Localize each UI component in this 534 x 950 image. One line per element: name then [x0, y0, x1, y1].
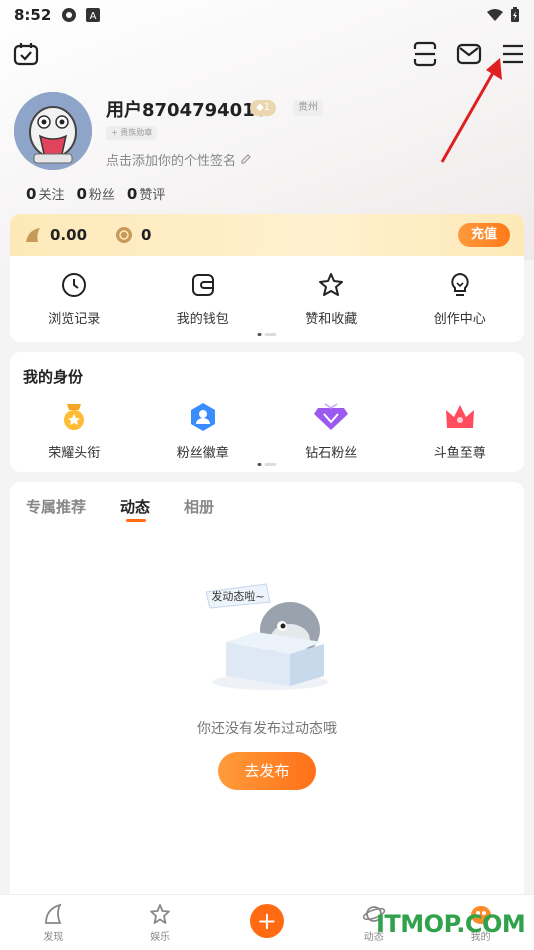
empty-state-text: 你还没有发布过动态哦 — [197, 721, 337, 737]
edit-pencil-icon — [241, 154, 252, 164]
stat-fans[interactable]: 0 粉丝 — [76, 184, 114, 203]
quick-action-wallet[interactable]: 我的钱包 — [143, 272, 263, 327]
identity-page-indicator — [257, 463, 277, 466]
location-badge: 贵州 — [293, 100, 323, 116]
tab-recommend[interactable]: 专属推荐 — [26, 496, 86, 517]
scan-icon[interactable] — [411, 40, 439, 68]
diamond-fan-icon — [314, 403, 349, 430]
tab-album[interactable]: 相册 — [184, 496, 214, 517]
fish-ball-icon — [116, 227, 133, 243]
plus-icon: + — [249, 904, 284, 938]
fish-ball-balance[interactable]: 0 — [115, 226, 151, 244]
checkin-calendar-icon[interactable] — [12, 40, 40, 68]
noble-medal-badge[interactable]: + 贵族勋章 — [106, 126, 158, 140]
star-icon — [319, 273, 344, 296]
clock-icon — [62, 273, 87, 297]
username[interactable]: 用户8704794018 — [106, 96, 267, 122]
a-notification-icon: A — [86, 8, 101, 22]
recharge-button[interactable]: 充值 — [457, 223, 510, 247]
fan-badge-icon — [190, 403, 215, 431]
fish-wing-icon — [26, 228, 40, 242]
site-watermark: ITMOP.COM — [376, 910, 526, 938]
app-notification-icon — [62, 8, 77, 22]
quick-actions: 浏览记录 我的钱包 赞和收藏 创作中心 — [10, 256, 524, 327]
profile-section: 用户8704794018 ◆1 贵州 + 贵族勋章 点击添加你的个性签名 — [14, 92, 520, 172]
wallet-icon — [191, 274, 214, 296]
stat-likes[interactable]: 0 赞评 — [127, 184, 165, 203]
shark-mascot-avatar-icon — [14, 92, 92, 170]
illustration-bubble-text: 发动态啦~ — [211, 589, 264, 603]
identity-item-supreme[interactable]: 斗鱼至尊 — [400, 402, 520, 461]
nav-discover[interactable]: 发现 — [0, 895, 107, 950]
stat-following[interactable]: 0 关注 — [26, 184, 64, 203]
quick-action-likes[interactable]: 赞和收藏 — [271, 272, 391, 327]
status-time: 8:52 — [14, 6, 52, 24]
fish-wing-balance[interactable]: 0.00 — [24, 226, 87, 244]
status-bar: 8:52 A — [0, 0, 534, 30]
signature-prompt[interactable]: 点击添加你的个性签名 — [106, 150, 252, 169]
svg-text:A: A — [90, 11, 97, 22]
nav-entertainment[interactable]: 娱乐 — [107, 895, 214, 950]
avatar[interactable] — [14, 92, 92, 170]
wallet-card: 0.00 0 充值 浏览记录 我的钱包 赞和收藏 创作中心 — [10, 214, 524, 342]
nav-publish[interactable]: + — [214, 895, 321, 950]
entertainment-icon — [150, 904, 171, 924]
content-tabs-card: 专属推荐 动态 相册 发动态啦~ 你还没有发布过动态哦 去发布 — [10, 482, 524, 902]
shark-in-box-illustration-icon: 发动态啦~ — [206, 583, 328, 690]
identity-title: 我的身份 — [23, 368, 84, 386]
identity-items: 荣耀头衔 粉丝徽章 钻石粉丝 斗鱼至尊 — [10, 352, 524, 461]
identity-item-fan-badge[interactable]: 粉丝徽章 — [143, 402, 263, 461]
identity-item-honor[interactable]: 荣耀头衔 — [14, 402, 134, 461]
honor-title-icon — [64, 404, 85, 430]
crown-icon — [445, 405, 474, 428]
battery-icon — [511, 7, 519, 22]
quick-action-creator[interactable]: 创作中心 — [400, 272, 520, 327]
identity-card: 我的身份 荣耀头衔 粉丝徽章 钻石粉丝 斗鱼至尊 — [10, 352, 524, 472]
identity-item-diamond[interactable]: 钻石粉丝 — [271, 402, 391, 461]
level-badge: ◆1 — [250, 100, 277, 116]
tab-dynamics[interactable]: 动态 — [120, 496, 150, 517]
wifi-icon — [487, 9, 503, 21]
wallet-bar: 0.00 0 充值 — [10, 214, 524, 256]
lightbulb-icon — [451, 272, 469, 296]
publish-button[interactable]: 去发布 — [218, 752, 316, 790]
page-indicator — [257, 333, 277, 336]
active-tab-indicator — [126, 519, 146, 522]
level-value: 1 — [263, 102, 271, 113]
stats-row: 0 关注 0 粉丝 0 赞评 — [26, 184, 165, 203]
discover-icon — [45, 903, 63, 924]
signature-text: 点击添加你的个性签名 — [106, 154, 237, 169]
quick-action-history[interactable]: 浏览记录 — [14, 272, 134, 327]
